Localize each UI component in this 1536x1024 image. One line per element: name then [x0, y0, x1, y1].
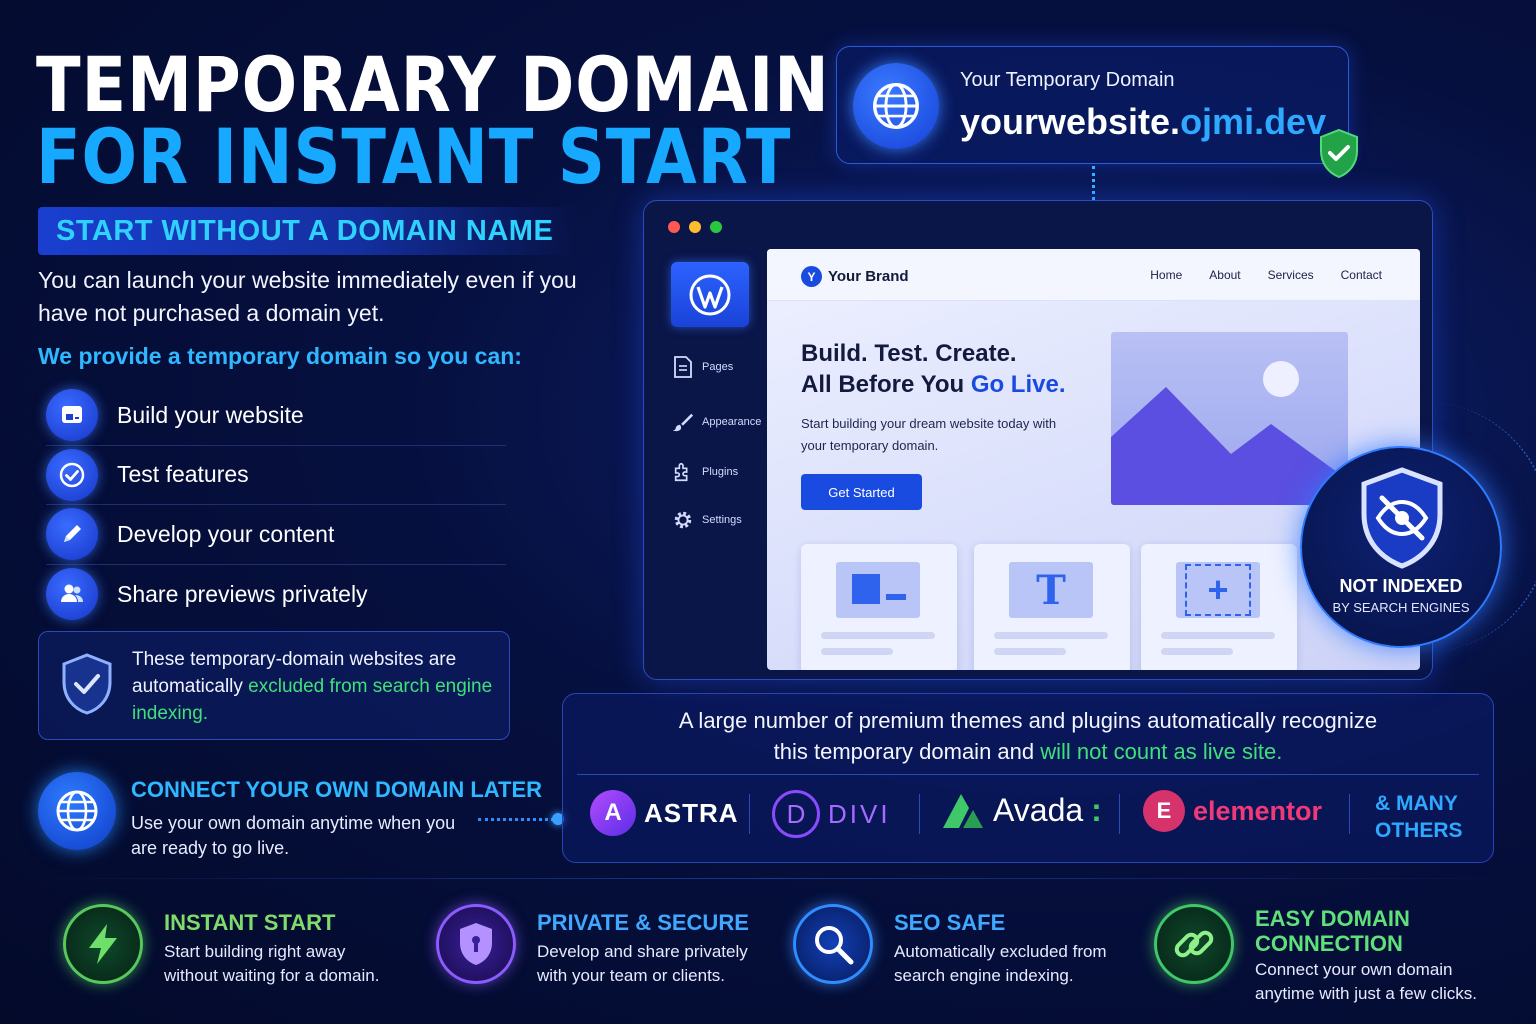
sidebar-item-plugins[interactable]: Plugins — [672, 461, 738, 483]
site-brand[interactable]: Y Your Brand — [801, 266, 909, 287]
brand-name: Your Brand — [828, 268, 909, 285]
connect-title: CONNECT YOUR OWN DOMAIN LATER — [131, 777, 543, 802]
users-icon — [46, 568, 98, 621]
eye-off-shield-icon — [1356, 466, 1448, 575]
themes-text-line-1: A large number of premium themes and plu… — [678, 708, 1378, 733]
avada-logo: Avada: — [941, 790, 1102, 830]
provide-heading: We provide a temporary domain so you can… — [38, 343, 522, 369]
notice-box: These temporary-domain websites are auto… — [38, 631, 510, 740]
divi-icon: D — [772, 790, 820, 838]
feature-label: Share previews privately — [117, 580, 368, 607]
bottom-feature-title: PRIVATE & SECURE — [537, 910, 749, 935]
themes-text-line-2: this temporary domain and will not count… — [773, 739, 1283, 764]
layout-block-icon — [836, 562, 920, 618]
hero-subtext: Start building your dream website today … — [801, 416, 1057, 453]
not-indexed-title: NOT INDEXED — [1339, 576, 1463, 596]
list-item: Develop your content — [46, 505, 506, 565]
pencil-icon — [46, 508, 98, 561]
astra-icon: A — [590, 790, 636, 836]
shield-check-icon — [59, 652, 115, 721]
sidebar-item-label: Appearance — [702, 416, 762, 428]
connector-line — [1092, 166, 1095, 200]
many-others-label: & MANY OTHERS — [1375, 792, 1463, 842]
nav-link-home[interactable]: Home — [1150, 268, 1182, 282]
sidebar-item-pages[interactable]: Pages — [672, 356, 733, 378]
image-placeholder-icon — [1111, 332, 1348, 505]
bottom-feature-title: SEO SAFE — [894, 910, 1006, 935]
check-circle-icon — [46, 448, 98, 501]
globe-icon — [38, 772, 116, 850]
site-menu: Home About Services Contact — [1150, 268, 1382, 282]
content-card[interactable]: + — [1141, 544, 1297, 670]
not-indexed-badge: NOT INDEXED BY SEARCH ENGINES — [1300, 446, 1502, 648]
connector-line — [478, 818, 554, 821]
elementor-icon: E — [1143, 790, 1185, 832]
bottom-feature-text: Develop and share privately with your te… — [537, 942, 748, 985]
sidebar-item-appearance[interactable]: Appearance — [672, 411, 761, 433]
list-item: Build your website — [46, 386, 506, 446]
divi-logo: D DIVI — [772, 790, 891, 838]
bottom-feature-title: EASY DOMAIN CONNECTION — [1255, 906, 1410, 956]
hero-heading: Build. Test. Create. All Before You Go L… — [801, 340, 1066, 398]
bottom-feature-text: Start building right away without waitin… — [164, 942, 380, 985]
get-started-button[interactable]: Get Started — [801, 474, 922, 510]
divider — [0, 878, 1536, 879]
temporary-domain-card: Your Temporary Domain yourwebsite.ojmi.d… — [836, 46, 1349, 164]
elementor-logo: E elementor — [1143, 790, 1322, 832]
section-ribbon: START WITHOUT A DOMAIN NAME — [38, 207, 578, 255]
domain-value: yourwebsite.ojmi.dev — [960, 101, 1327, 142]
content-card[interactable] — [801, 544, 957, 670]
close-dot[interactable] — [668, 221, 680, 233]
intro-text: You can launch your website immediately … — [38, 267, 577, 326]
bolt-icon — [63, 904, 143, 984]
globe-icon — [853, 63, 939, 149]
bottom-feature-title: INSTANT START — [164, 910, 336, 935]
layout-icon — [46, 389, 98, 442]
nav-link-contact[interactable]: Contact — [1341, 268, 1382, 282]
feature-label: Develop your content — [117, 520, 335, 547]
link-icon — [1154, 904, 1234, 984]
brand-logo-icon: Y — [801, 266, 822, 287]
feature-label: Build your website — [117, 401, 304, 428]
add-block-icon: + — [1176, 562, 1260, 618]
content-card[interactable]: T — [974, 544, 1130, 670]
bottom-feature-text: Automatically excluded from search engin… — [894, 942, 1107, 985]
admin-sidebar: Pages Appearance Plugins Settings — [656, 249, 768, 671]
astra-logo: A ASTRA — [590, 790, 739, 836]
title-line-2: FOR INSTANT START — [36, 112, 792, 201]
verified-shield-icon — [1317, 128, 1361, 185]
maximize-dot[interactable] — [710, 221, 722, 233]
sidebar-item-label: Settings — [702, 514, 742, 526]
brush-icon — [672, 411, 694, 433]
connect-text: Use your own domain anytime when you are… — [131, 813, 456, 858]
page-icon — [672, 356, 694, 378]
themes-panel: A large number of premium themes and plu… — [562, 693, 1494, 863]
text-block-icon: T — [1009, 562, 1093, 618]
minimize-dot[interactable] — [689, 221, 701, 233]
site-navbar: Y Your Brand Home About Services Contact — [767, 249, 1420, 301]
notice-text: These temporary-domain websites are auto… — [132, 649, 493, 724]
gear-icon — [672, 509, 694, 531]
sidebar-item-settings[interactable]: Settings — [672, 509, 742, 531]
window-controls — [668, 221, 722, 233]
nav-link-services[interactable]: Services — [1268, 268, 1314, 282]
wordpress-logo-icon[interactable] — [671, 262, 749, 327]
ribbon-text: START WITHOUT A DOMAIN NAME — [56, 215, 554, 247]
sidebar-item-label: Pages — [702, 361, 734, 373]
avada-icon — [943, 794, 983, 828]
lock-shield-icon — [436, 904, 516, 984]
sidebar-item-label: Plugins — [702, 466, 739, 478]
nav-link-about[interactable]: About — [1209, 268, 1240, 282]
list-item: Share previews privately — [46, 565, 506, 625]
plugin-icon — [672, 461, 694, 483]
search-icon — [793, 904, 873, 984]
domain-label: Your Temporary Domain — [960, 69, 1175, 91]
not-indexed-subtitle: BY SEARCH ENGINES — [1332, 600, 1470, 615]
feature-list: Build your website Test features Develop… — [46, 386, 506, 624]
list-item: Test features — [46, 446, 506, 505]
feature-label: Test features — [117, 461, 249, 488]
bottom-feature-text: Connect your own domain anytime with jus… — [1255, 960, 1478, 1003]
